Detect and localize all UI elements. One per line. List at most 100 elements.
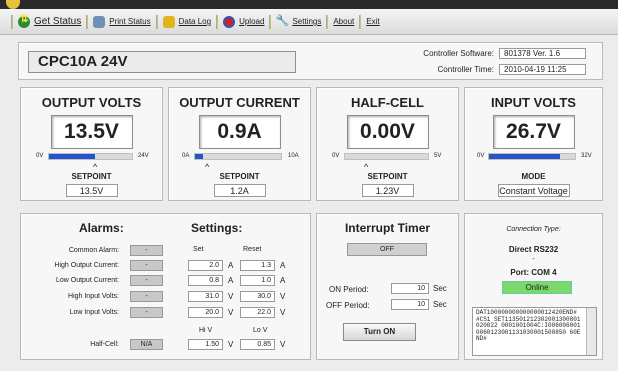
output-current-bar <box>194 153 282 160</box>
output-current-panel: OUTPUT CURRENT 0.9A 0A 10A ^ SETPOINT 1.… <box>168 87 311 201</box>
set-unit: A <box>228 261 234 270</box>
interrupt-status: OFF <box>347 243 427 256</box>
input-volts-panel: INPUT VOLTS 26.7V 0V 32V MODE Constant V… <box>464 87 603 201</box>
alarm-state: - <box>130 260 163 271</box>
alarm-label: Half-Cell: <box>90 341 119 348</box>
output-current-setpoint: 1.2A <box>213 184 266 197</box>
menu-exit[interactable]: Exit <box>366 17 379 26</box>
menu-separator <box>155 14 158 29</box>
half-cell-min: 0V <box>332 153 340 159</box>
alarm-label: High Output Current: <box>54 262 119 269</box>
output-volts-setpoint-caret: ^ <box>93 162 98 172</box>
software-label: Controller Software: <box>423 49 494 58</box>
model-name: CPC10A 24V <box>28 51 296 73</box>
connection-type-label: Connection Type: <box>506 226 561 233</box>
menu-get-status-label: Get Status <box>34 16 82 27</box>
reset-input[interactable]: 30.0 <box>240 291 275 302</box>
half-cell-bar <box>344 153 429 160</box>
alarm-state: - <box>130 245 163 256</box>
reset-input[interactable]: 22.0 <box>240 307 275 318</box>
reset-input[interactable]: 1.3 <box>240 260 275 271</box>
output-volts-min: 0V <box>36 153 44 159</box>
alarm-state: - <box>130 307 163 318</box>
output-current-bar-fill <box>195 154 203 159</box>
settings-title: Settings: <box>191 221 243 235</box>
menu-separator <box>269 14 272 29</box>
reset-input[interactable]: 0.85 <box>240 339 275 350</box>
hi-v-header: Hi V <box>199 327 213 334</box>
menu-separator <box>326 14 329 29</box>
output-volts-title: OUTPUT VOLTS <box>41 95 142 110</box>
alarm-label: Low Input Volts: <box>69 309 119 316</box>
menu-exit-label: Exit <box>366 17 380 26</box>
input-volts-title: INPUT VOLTS <box>491 95 576 110</box>
wrench-icon <box>275 14 289 28</box>
off-period-unit: Sec <box>433 300 447 309</box>
alarm-state: - <box>130 291 163 302</box>
turn-on-button[interactable]: Turn ON <box>343 323 416 341</box>
connection-dash: - <box>532 256 535 263</box>
menu-print-status[interactable]: Print Status <box>93 15 151 28</box>
output-current-value: 0.9A <box>198 115 281 149</box>
input-volts-sub-label: MODE <box>521 172 546 181</box>
set-unit: A <box>228 276 234 285</box>
set-input[interactable]: 0.8 <box>188 275 223 286</box>
output-current-sub-label: SETPOINT <box>219 172 260 181</box>
time-row: Controller Time: 2010-04-19 11:25 <box>404 64 586 75</box>
alarm-label: Common Alarm: <box>68 247 119 254</box>
on-period-input[interactable]: 10 <box>391 283 429 294</box>
reset-input[interactable]: 1.0 <box>240 275 275 286</box>
log-scrollbar[interactable] <box>586 308 596 355</box>
half-cell-setpoint-caret: ^ <box>364 162 369 172</box>
menu-print-status-label: Print Status <box>109 17 151 26</box>
set-column-header: Set <box>193 246 204 253</box>
output-current-setpoint-caret: ^ <box>205 162 210 172</box>
set-unit: V <box>228 308 234 317</box>
menu-get-status[interactable]: Get Status <box>18 14 82 28</box>
set-unit: V <box>228 340 234 349</box>
app-logo <box>6 0 20 9</box>
serial-log-text: DAT100000000000000012420END# #CS1 SET113… <box>476 309 581 342</box>
controller-time: 2010-04-19 11:25 <box>499 64 586 75</box>
on-period-label: ON Period: <box>329 285 369 294</box>
menu-separator <box>11 14 13 29</box>
output-volts-bar <box>48 153 133 160</box>
online-status-badge: Online <box>502 281 572 294</box>
reset-unit: V <box>280 308 286 317</box>
set-input[interactable]: 31.0 <box>188 291 223 302</box>
menu-data-log[interactable]: Data Log <box>162 15 212 28</box>
input-volts-min: 0V <box>477 153 485 159</box>
set-input[interactable]: 1.50 <box>188 339 223 350</box>
reset-unit: A <box>280 276 286 285</box>
menu-separator <box>86 14 89 29</box>
status-icon <box>18 14 30 28</box>
output-current-title: OUTPUT CURRENT <box>179 95 300 110</box>
off-period-input[interactable]: 10 <box>391 299 429 310</box>
set-input[interactable]: 20.0 <box>188 307 223 318</box>
menu-bar: Get Status Print Status Data Log Upload … <box>0 9 618 35</box>
reset-column-header: Reset <box>243 246 262 253</box>
alarms-title: Alarms: <box>79 221 124 235</box>
output-volts-max: 24V <box>138 153 149 159</box>
connection-port: Port: COM 4 <box>510 268 557 277</box>
menu-settings-label: Settings <box>292 17 322 26</box>
output-volts-setpoint: 13.5V <box>65 184 118 197</box>
menu-separator <box>216 14 219 29</box>
on-period-unit: Sec <box>433 284 447 293</box>
half-cell-sub-label: SETPOINT <box>367 172 408 181</box>
output-current-min: 0A <box>182 153 190 159</box>
output-volts-bar-fill <box>49 154 95 159</box>
input-volts-mode: Constant Voltage <box>497 184 570 197</box>
reset-unit: V <box>280 340 286 349</box>
output-current-max: 10A <box>288 153 299 159</box>
menu-data-log-label: Data Log <box>178 17 212 26</box>
menu-upload[interactable]: Upload <box>223 15 265 28</box>
output-volts-sub-label: SETPOINT <box>71 172 112 181</box>
serial-log-textarea[interactable]: DAT100000000000000012420END# #CS1 SET113… <box>472 307 597 356</box>
menu-upload-label: Upload <box>239 17 265 26</box>
menu-settings[interactable]: Settings <box>275 14 322 28</box>
set-input[interactable]: 2.0 <box>188 260 223 271</box>
data-log-icon <box>162 15 175 28</box>
menu-about[interactable]: About <box>333 17 354 26</box>
output-volts-panel: OUTPUT VOLTS 13.5V 0V 24V ^ SETPOINT 13.… <box>20 87 163 201</box>
